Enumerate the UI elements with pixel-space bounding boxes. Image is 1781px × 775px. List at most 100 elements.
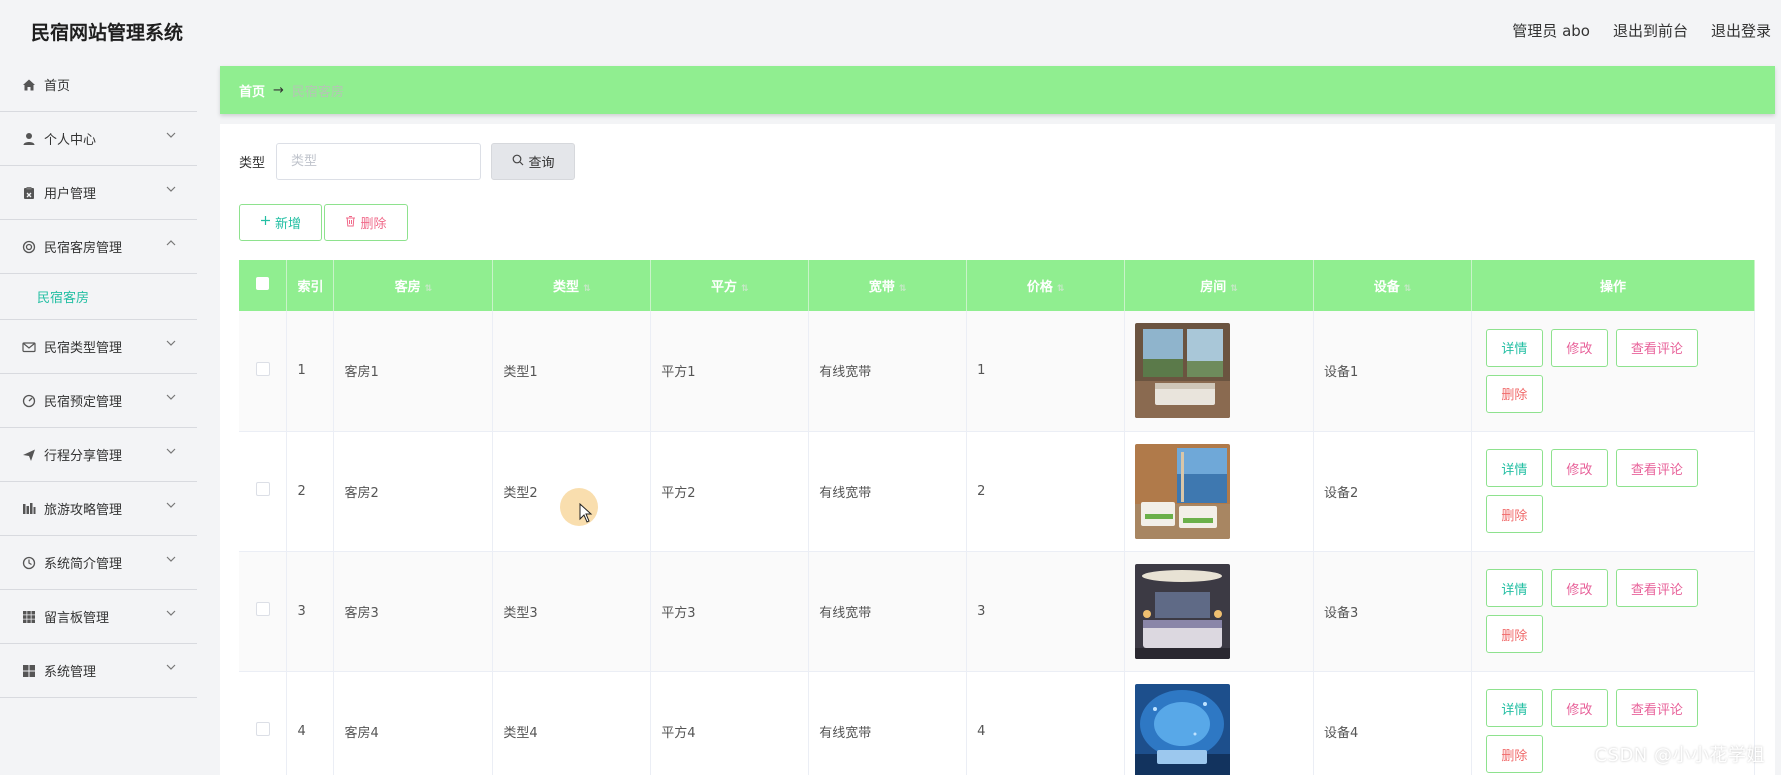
view-reviews-button[interactable]: 查看评论 [1615, 328, 1698, 367]
sort-icon: ⇅ [424, 284, 433, 294]
column-header-type[interactable]: 类型 ⇅ [492, 260, 652, 311]
column-header-broadband[interactable]: 宽带 ⇅ [808, 260, 968, 311]
sidebar-item-users[interactable]: 用户管理 [0, 166, 197, 220]
cell-device: 设备4 [1313, 671, 1472, 775]
clipboard-icon [22, 186, 36, 200]
cell-type: 类型4 [492, 671, 652, 775]
cell-index: 1 [286, 311, 335, 432]
view-reviews-button[interactable]: 查看评论 [1615, 449, 1698, 487]
cell-area: 平方1 [650, 311, 810, 432]
sidebar-subitem-rooms[interactable]: 民宿客房 [0, 274, 197, 320]
search-icon [512, 154, 524, 170]
delete-row-button[interactable]: 删除 [1485, 374, 1543, 413]
sidebar-item-label: 民宿客房管理 [44, 241, 123, 256]
sort-icon: ⇅ [1403, 284, 1412, 294]
delete-row-button[interactable]: 删除 [1485, 615, 1543, 653]
sidebar-item-message-board[interactable]: 留言板管理 [0, 590, 197, 644]
cell-index: 2 [286, 431, 335, 552]
search-label: 类型 [239, 156, 266, 171]
edit-button[interactable]: 修改 [1550, 569, 1608, 607]
row-checkbox[interactable] [255, 722, 270, 736]
grid-icon [22, 610, 36, 624]
detail-button[interactable]: 详情 [1485, 449, 1543, 487]
add-label: 新增 [274, 217, 301, 232]
query-button[interactable]: 查询 [491, 143, 576, 180]
edit-button[interactable]: 修改 [1550, 449, 1608, 487]
sidebar-item-bookings[interactable]: 民宿预定管理 [0, 374, 197, 428]
cell-price: 3 [966, 551, 1126, 672]
cell-room: 客房4 [333, 671, 494, 775]
chevron-down-icon [165, 129, 177, 141]
exit-to-front-link[interactable]: 退出到前台 [1613, 20, 1688, 41]
cell-photo [1124, 431, 1315, 552]
column-header-device[interactable]: 设备 ⇅ [1313, 260, 1472, 311]
sidebar-item-room-types[interactable]: 民宿类型管理 [0, 320, 197, 374]
action-bar: 新增 删除 [239, 204, 408, 241]
chevron-up-icon [165, 237, 177, 249]
row-checkbox[interactable] [255, 602, 270, 616]
cell-device: 设备1 [1313, 311, 1472, 432]
sidebar-item-travel-guides[interactable]: 旅游攻略管理 [0, 482, 197, 536]
delete-row-button[interactable]: 删除 [1485, 735, 1543, 773]
sidebar-item-home[interactable]: 首页 [0, 58, 197, 112]
sidebar-item-system-management[interactable]: 系统管理 [0, 644, 197, 698]
detail-button[interactable]: 详情 [1485, 328, 1543, 367]
cell-photo [1124, 551, 1315, 672]
cell-index: 3 [286, 551, 335, 672]
column-header-room[interactable]: 客房 ⇅ [333, 260, 494, 311]
cell-type: 类型1 [492, 311, 652, 432]
detail-button[interactable]: 详情 [1485, 689, 1543, 727]
cell-type: 类型3 [492, 551, 652, 672]
column-header-photo[interactable]: 房间 ⇅ [1124, 260, 1315, 311]
watermark: CSDN @小小花学姐 [1594, 745, 1765, 766]
cell-broadband: 有线宽带 [808, 431, 968, 552]
table-row: 4 客房4 类型4 平方4 有线宽带 4 设备4 详情 修改 查看评论 删除 [239, 671, 1756, 775]
sidebar-item-system-intro[interactable]: 系统简介管理 [0, 536, 197, 590]
sidebar-item-room-management[interactable]: 民宿客房管理 [0, 220, 197, 274]
home-icon [22, 78, 36, 92]
breadcrumb-home[interactable]: 首页 [239, 81, 265, 100]
column-header-area[interactable]: 平方 ⇅ [650, 260, 810, 311]
select-all-checkbox[interactable] [239, 260, 288, 311]
row-checkbox[interactable] [255, 361, 270, 376]
mail-icon [22, 340, 36, 354]
type-search-input[interactable] [276, 143, 482, 180]
sidebar-item-personal[interactable]: 个人中心 [0, 112, 197, 166]
logout-link[interactable]: 退出登录 [1711, 20, 1771, 41]
room-photo[interactable] [1135, 683, 1231, 775]
search-bar: 类型 查询 [239, 143, 576, 180]
add-button[interactable]: 新增 [239, 204, 322, 241]
cell-photo [1124, 311, 1315, 432]
header-links: 管理员 abo 退出到前台 退出登录 [1512, 20, 1771, 41]
sidebar-item-label: 民宿预定管理 [44, 395, 123, 410]
arrow-right-icon: → [273, 82, 284, 98]
cell-area: 平方4 [650, 671, 810, 775]
edit-button[interactable]: 修改 [1550, 328, 1608, 367]
column-header-price[interactable]: 价格 ⇅ [966, 260, 1126, 311]
cell-area: 平方2 [650, 431, 810, 552]
cell-actions: 详情 修改 查看评论 删除 [1471, 311, 1756, 432]
view-reviews-button[interactable]: 查看评论 [1615, 689, 1698, 727]
batch-delete-button[interactable]: 删除 [324, 204, 408, 241]
room-photo[interactable] [1135, 563, 1231, 659]
chevron-down-icon [165, 553, 177, 565]
delete-row-button[interactable]: 删除 [1485, 495, 1543, 533]
cell-area: 平方3 [650, 551, 810, 672]
cell-photo [1124, 671, 1315, 775]
sidebar-item-label: 个人中心 [44, 133, 97, 148]
detail-button[interactable]: 详情 [1485, 569, 1543, 607]
edit-button[interactable]: 修改 [1550, 689, 1608, 727]
sort-icon: ⇅ [1056, 284, 1065, 294]
view-reviews-button[interactable]: 查看评论 [1615, 569, 1698, 607]
row-checkbox[interactable] [255, 482, 270, 496]
sidebar-item-trip-sharing[interactable]: 行程分享管理 [0, 428, 197, 482]
ring-icon [22, 240, 36, 254]
chevron-down-icon [165, 499, 177, 511]
chevron-down-icon [165, 391, 177, 403]
sidebar-item-label: 首页 [44, 79, 71, 94]
query-label: 查询 [528, 156, 555, 171]
sort-icon: ⇅ [1230, 284, 1238, 294]
room-photo[interactable] [1135, 323, 1231, 419]
cell-room: 客房2 [333, 431, 494, 552]
room-photo[interactable] [1135, 443, 1231, 539]
